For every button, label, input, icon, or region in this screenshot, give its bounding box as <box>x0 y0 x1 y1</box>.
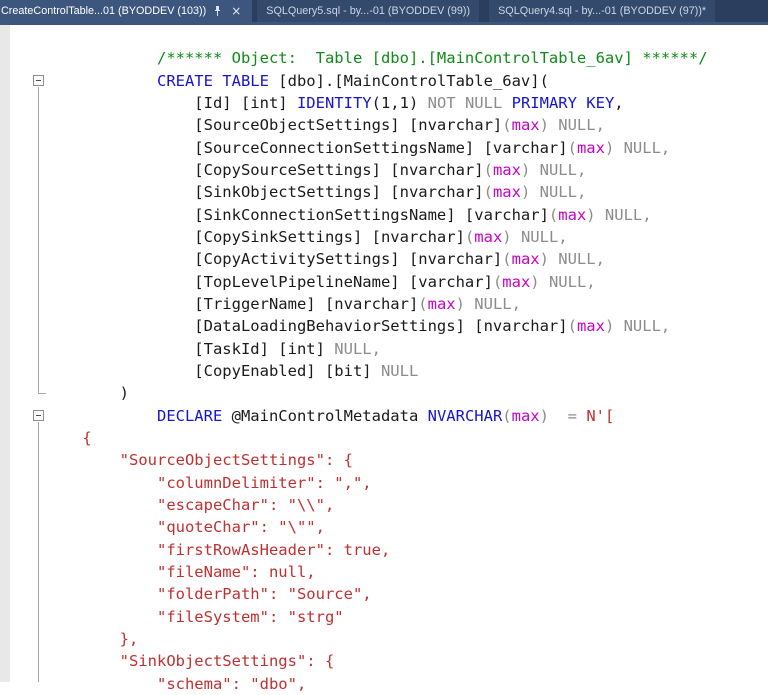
fold-collapse-icon[interactable] <box>33 410 44 421</box>
tab-sqlquery4[interactable]: SQLQuery4.sql - by...-01 (BYODDEV (97))* <box>489 0 716 22</box>
pin-icon[interactable] <box>212 5 223 17</box>
code-line: [Id] [int] IDENTITY(1,1) NOT NULL PRIMAR… <box>45 93 624 112</box>
code-line: [SinkConnectionSettingsName] [varchar](m… <box>45 205 652 224</box>
code-line: [TopLevelPipelineName] [varchar](max) NU… <box>45 272 596 291</box>
code-line: "fileSystem": "strg" <box>45 607 344 626</box>
code-line: "escapeChar": "\\", <box>45 495 335 514</box>
code-line: "quoteChar": "\"", <box>45 518 325 537</box>
code-line: "folderPath": "Source", <box>45 585 372 604</box>
code-line: CREATE TABLE [dbo].[MainControlTable_6av… <box>156 71 549 90</box>
code-line: [SinkObjectSettings] [nvarchar](max) NUL… <box>45 183 587 202</box>
fold-collapse-icon[interactable] <box>33 75 44 86</box>
fold-line <box>38 87 39 393</box>
code-line: "fileName": null, <box>45 562 316 581</box>
code-line: [TaskId] [int] NULL, <box>45 339 381 358</box>
code-line: [SourceObjectSettings] [nvarchar](max) N… <box>45 116 605 135</box>
code-line: /****** Object: Table [dbo].[MainControl… <box>45 49 708 68</box>
code-line: [CopySourceSettings] [nvarchar](max) NUL… <box>45 160 587 179</box>
tab-label: SQLQuery5.sql - by...-01 (BYODDEV (99)) <box>266 5 471 17</box>
code-line: [CopyEnabled] [bit] NULL <box>45 361 419 380</box>
code-line: "schema": "dbo", <box>45 674 307 693</box>
code-line: [SourceConnectionSettingsName] [varchar]… <box>45 138 671 157</box>
code-area[interactable]: /****** Object: Table [dbo].[MainControl… <box>45 25 708 695</box>
fold-line <box>38 422 39 682</box>
code-line: [TriggerName] [nvarchar](max) NULL, <box>45 294 521 313</box>
sql-editor[interactable]: /****** Object: Table [dbo].[MainControl… <box>0 25 768 693</box>
code-line: [DataLoadingBehaviorSettings] [nvarchar]… <box>45 317 671 336</box>
tab-label: CreateControlTable...01 (BYODDEV (103)) <box>1 5 207 17</box>
tab-createcontroltable[interactable]: CreateControlTable...01 (BYODDEV (103)) … <box>0 0 253 22</box>
code-line: }, <box>45 629 139 648</box>
code-line: [CopyActivitySettings] [nvarchar](max) N… <box>45 250 605 269</box>
close-icon[interactable]: × <box>229 5 243 17</box>
selection-margin[interactable] <box>0 25 10 682</box>
tab-sqlquery5[interactable]: SQLQuery5.sql - by...-01 (BYODDEV (99)) <box>257 0 480 22</box>
code-line: "SinkObjectSettings": { <box>45 652 335 671</box>
code-line: "SourceObjectSettings": { <box>45 451 353 470</box>
code-line: [CopySinkSettings] [nvarchar](max) NULL, <box>45 227 568 246</box>
code-line: "columnDelimiter": ",", <box>45 473 372 492</box>
document-tab-bar: CreateControlTable...01 (BYODDEV (103)) … <box>0 0 768 22</box>
code-line: ) <box>45 384 129 403</box>
code-line: DECLARE @MainControlMetadata NVARCHAR(ma… <box>156 406 615 425</box>
code-line: { <box>45 428 92 447</box>
code-line: "firstRowAsHeader": true, <box>45 540 391 559</box>
tab-label: SQLQuery4.sql - by...-01 (BYODDEV (97))* <box>498 5 707 17</box>
